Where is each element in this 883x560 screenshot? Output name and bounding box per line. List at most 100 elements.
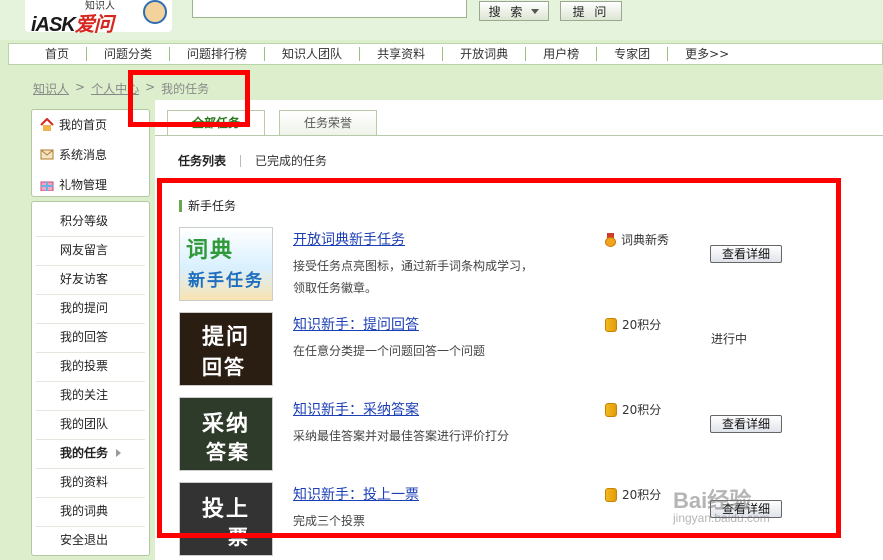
nav-item-ranking[interactable]: 问题排行榜 (169, 47, 264, 61)
section-title: 新手任务 (179, 200, 236, 212)
breadcrumb-link-personal-center[interactable]: 个人中心 (91, 80, 139, 97)
mail-icon (40, 149, 54, 159)
sidebar-item-home[interactable]: 我的首页 (40, 114, 107, 134)
search-button-label: 搜 索 (488, 4, 526, 19)
task-reward: 20积分 (605, 486, 661, 503)
sidebar-item-my-follows[interactable]: 我的关注 (32, 381, 149, 410)
breadcrumb-link-home[interactable]: 知识人 (33, 80, 69, 97)
sidebar-item-label: 我的任务 (60, 446, 109, 460)
task-reward: 词典新秀 (605, 231, 669, 248)
task-reward: 20积分 (605, 401, 661, 418)
ask-button[interactable]: 提 问 (560, 1, 622, 21)
task-thumbnail[interactable]: 提问 回答 (179, 312, 273, 386)
nav-item-more[interactable]: 更多>> (667, 47, 746, 61)
task-row: 提问 回答 知识新手：提问回答 在任意分类提一个问题回答一个问题 20积分 进行… (179, 312, 829, 388)
task-description: 在任意分类提一个问题回答一个问题 (293, 344, 486, 358)
task-title-link[interactable]: 知识新手：提问回答 (293, 314, 419, 334)
search-button[interactable]: 搜 索 (479, 1, 549, 21)
coin-icon (605, 317, 617, 332)
nav-item-home[interactable]: 首页 (9, 47, 86, 61)
medal-icon (605, 232, 616, 247)
task-row: 采纳 答案 知识新手：采纳答案 采纳最佳答案并对最佳答案进行评价打分 20积分 … (179, 397, 829, 473)
gift-icon (40, 181, 54, 191)
sidebar-item-label: 我的首页 (59, 117, 108, 132)
site-logo[interactable]: 知识人 iASK爱问 (25, 0, 172, 36)
nav-item-team[interactable]: 知识人团队 (264, 47, 359, 61)
thumbnail-text-bottom: 回答 (202, 355, 246, 379)
reward-label: 20积分 (622, 318, 662, 332)
task-row: 词典 新手任务 开放词典新手任务 接受任务点亮图标，通过新手词条构成学习，领取任… (179, 227, 829, 303)
divider (240, 154, 242, 167)
sidebar-item-level[interactable]: 积分等级 (32, 207, 149, 236)
task-title-link[interactable]: 知识新手：采纳答案 (293, 399, 419, 419)
chevron-down-icon[interactable] (531, 8, 540, 14)
nav-item-experts[interactable]: 专家团 (596, 47, 667, 61)
thumbnail-text-top: 采纳 (202, 412, 251, 437)
nav-item-user-rank[interactable]: 用户榜 (525, 47, 596, 61)
sidebar-menu: 积分等级 网友留言 好友访客 我的提问 我的回答 我的投票 我的关注 我的团队 … (31, 201, 150, 556)
main-nav: 首页 问题分类 问题排行榜 知识人团队 共享资料 开放词典 用户榜 专家团 更多… (8, 43, 883, 65)
task-title-link[interactable]: 开放词典新手任务 (293, 229, 405, 249)
sidebar-item-visitors[interactable]: 好友访客 (32, 265, 149, 294)
sidebar-item-my-questions[interactable]: 我的提问 (32, 294, 149, 323)
thumbnail-text-top: 投上 (202, 497, 251, 522)
reward-label: 20积分 (622, 403, 662, 417)
thumbnail-text-bottom: 一票 (206, 525, 250, 549)
task-title-link[interactable]: 知识新手：投上一票 (293, 484, 419, 504)
breadcrumb-separator: > (75, 80, 86, 94)
search-input[interactable] (192, 0, 467, 18)
sub-tabs: 任务列表 已完成的任务 (178, 152, 327, 169)
reward-label: 词典新秀 (621, 233, 670, 247)
breadcrumb-separator: > (145, 80, 156, 94)
home-icon (40, 117, 54, 131)
main-content: 全部任务 任务荣誉 任务列表 已完成的任务 新手任务 词典 新手任务 开放词典新… (155, 100, 883, 560)
view-details-button[interactable]: 查看详细 (710, 245, 782, 263)
divider (155, 135, 883, 136)
tab-all-tasks[interactable]: 全部任务 (167, 110, 266, 136)
task-thumbnail[interactable]: 采纳 答案 (179, 397, 273, 471)
tab-task-honors[interactable]: 任务荣誉 (279, 110, 378, 136)
sidebar-item-label: 系统消息 (59, 147, 108, 162)
breadcrumb-current: 我的任务 (161, 82, 210, 96)
thumbnail-text-top: 提问 (202, 325, 251, 350)
sidebar-item-my-team[interactable]: 我的团队 (32, 410, 149, 439)
chevron-right-icon (116, 449, 122, 457)
subtab-completed-tasks[interactable]: 已完成的任务 (255, 152, 327, 169)
sidebar-item-my-votes[interactable]: 我的投票 (32, 352, 149, 381)
view-details-button[interactable]: 查看详细 (710, 415, 782, 433)
task-description: 采纳最佳答案并对最佳答案进行评价打分 (293, 429, 510, 443)
task-thumbnail[interactable]: 词典 新手任务 (179, 227, 273, 301)
top-header: 知识人 iASK爱问 搜 索 提 问 (0, 0, 883, 40)
sidebar-item-my-profile[interactable]: 我的资料 (32, 468, 149, 497)
sidebar-item-my-tasks[interactable]: 我的任务 (32, 439, 149, 468)
sidebar-item-messages[interactable]: 系统消息 (40, 144, 107, 164)
breadcrumb: 知识人 > 个人中心 > 我的任务 (33, 80, 209, 97)
subtab-task-list[interactable]: 任务列表 (178, 152, 226, 169)
nav-item-categories[interactable]: 问题分类 (86, 47, 169, 61)
logo-brand: iASK爱问 (31, 14, 114, 36)
task-thumbnail[interactable]: 投上 一票 (179, 482, 273, 556)
nav-item-dictionary[interactable]: 开放词典 (442, 47, 525, 61)
task-reward: 20积分 (605, 316, 661, 333)
sidebar-item-messages-board[interactable]: 网友留言 (32, 236, 149, 265)
sidebar-item-my-answers[interactable]: 我的回答 (32, 323, 149, 352)
sidebar-item-logout[interactable]: 安全退出 (32, 526, 149, 555)
task-status: 进行中 (711, 332, 748, 346)
nav-item-shared-files[interactable]: 共享资料 (359, 47, 442, 61)
coin-icon (605, 402, 617, 417)
watermark: Bai经验 jingyan.baidu.com (673, 483, 770, 525)
thumbnail-text-bottom: 答案 (206, 440, 250, 464)
coin-icon (605, 487, 617, 502)
thumbnail-text-top: 词典 (186, 238, 235, 263)
sidebar-item-my-dictionary[interactable]: 我的词典 (32, 497, 149, 526)
sidebar-top-panel: 我的首页 系统消息 礼物管理 (31, 109, 150, 197)
sidebar-item-label: 礼物管理 (59, 177, 108, 192)
reward-label: 20积分 (622, 488, 662, 502)
task-tabs: 全部任务 任务荣誉 (167, 110, 378, 136)
ask-button-label: 提 问 (572, 4, 610, 19)
thumbnail-text-bottom: 新手任务 (188, 271, 264, 291)
task-description: 完成三个投票 (293, 514, 366, 528)
task-description: 接受任务点亮图标，通过新手词条构成学习，领取任务徽章。 (293, 259, 534, 295)
sidebar-item-gifts[interactable]: 礼物管理 (40, 174, 107, 194)
watermark-text: Bai经验 (673, 488, 752, 513)
